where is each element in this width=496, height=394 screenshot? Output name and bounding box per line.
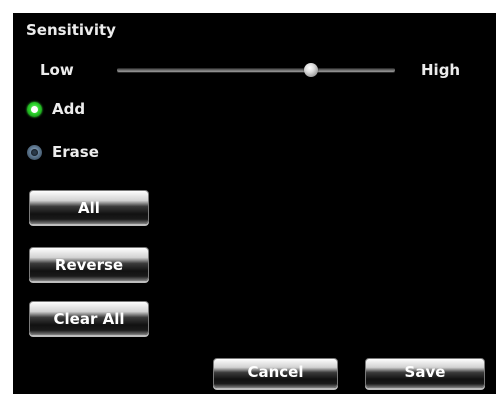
- sensitivity-title: Sensitivity: [26, 21, 116, 39]
- cancel-button[interactable]: Cancel: [213, 358, 338, 388]
- add-radio[interactable]: Add: [27, 100, 85, 118]
- radio-unselected-icon: [27, 144, 42, 160]
- sensitivity-slider-track[interactable]: [117, 68, 395, 72]
- erase-radio-label: Erase: [52, 143, 99, 161]
- add-radio-label: Add: [52, 100, 86, 118]
- clear-all-button[interactable]: Clear All: [29, 301, 149, 335]
- slider-high-label: High: [421, 61, 461, 79]
- radio-selected-icon: [27, 101, 42, 117]
- sensitivity-slider-thumb[interactable]: [304, 63, 318, 77]
- sensitivity-panel: Sensitivity Low High Add Erase All Rever…: [13, 13, 496, 394]
- slider-low-label: Low: [40, 61, 74, 79]
- all-button[interactable]: All: [29, 190, 149, 224]
- erase-radio[interactable]: Erase: [27, 143, 99, 161]
- save-button[interactable]: Save: [365, 358, 485, 388]
- reverse-button[interactable]: Reverse: [29, 247, 149, 281]
